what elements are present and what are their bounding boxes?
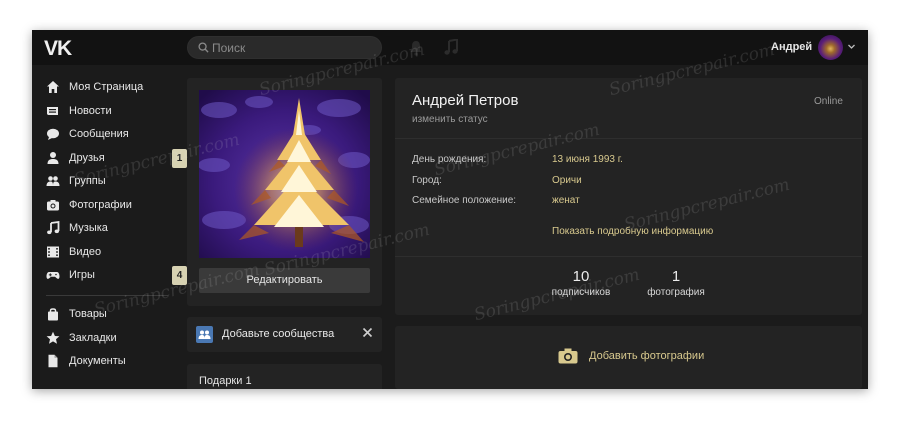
change-status-link[interactable]: изменить статус	[412, 114, 488, 125]
header-user-name[interactable]: Андрей	[771, 41, 812, 53]
sidebar-item-label: Друзья	[69, 152, 105, 164]
groups-icon	[46, 176, 60, 186]
followers-count: 10	[572, 268, 590, 285]
search-icon	[198, 42, 209, 53]
sidebar-item-label: Моя Страница	[69, 81, 144, 93]
sidebar-item-label: Игры	[69, 269, 95, 281]
document-icon	[48, 354, 58, 368]
sidebar-item-groups[interactable]: Группы	[46, 172, 176, 192]
info-row-birthday: День рождения: 13 июня 1993 г.	[412, 154, 852, 168]
info-key: Семейное положение:	[412, 195, 517, 206]
music-icon	[47, 221, 60, 235]
add-photos-card[interactable]: Добавить фотографии	[395, 326, 862, 389]
friends-count-badge: 1	[172, 149, 187, 168]
games-count-badge: 4	[172, 266, 187, 285]
followers-label: подписчиков	[551, 287, 611, 298]
chevron-down-icon[interactable]	[847, 42, 856, 51]
sidebar-item-photos[interactable]: Фотографии	[46, 196, 176, 216]
search-box[interactable]	[187, 36, 382, 59]
add-communities-label: Добавьте сообщества	[222, 328, 335, 340]
news-icon	[47, 107, 58, 115]
info-value[interactable]: Оричи	[552, 175, 582, 186]
photos-stat[interactable]: 1 фотография	[636, 268, 716, 298]
video-icon	[47, 246, 59, 258]
friends-icon	[47, 152, 59, 164]
sidebar-item-label: Товары	[69, 308, 107, 320]
sidebar-item-label: Новости	[69, 105, 112, 117]
info-value[interactable]: 13 июня 1993 г.	[552, 154, 623, 165]
edit-profile-button[interactable]: Редактировать	[199, 268, 370, 293]
sidebar-item-games[interactable]: Игры 4	[46, 266, 187, 286]
sidebar-item-goods[interactable]: Товары	[46, 305, 176, 325]
info-row-city: Город: Оричи	[412, 175, 852, 189]
vk-logo[interactable]: VK	[44, 37, 72, 61]
sidebar-item-label: Музыка	[69, 222, 108, 234]
gamepad-icon	[46, 272, 60, 279]
sidebar-item-label: Закладки	[69, 332, 117, 344]
music-note-icon[interactable]	[443, 39, 459, 56]
sidebar-item-label: Сообщения	[69, 128, 129, 140]
add-photos-label: Добавить фотографии	[589, 350, 705, 362]
camera-icon	[558, 348, 578, 364]
photos-count: 1	[671, 268, 681, 285]
show-more-info-link[interactable]: Показать подробную информацию	[552, 226, 713, 237]
sidebar-item-video[interactable]: Видео	[46, 243, 176, 263]
sidebar-item-messages[interactable]: Сообщения	[46, 125, 176, 145]
info-value[interactable]: женат	[552, 195, 580, 206]
close-icon[interactable]	[362, 327, 373, 338]
sidebar-item-label: Документы	[69, 355, 126, 367]
christmas-tree-image	[199, 90, 370, 258]
gifts-label: Подарки 1	[199, 375, 252, 387]
profile-name: Андрей Петров	[412, 92, 519, 109]
home-icon	[47, 81, 59, 93]
avatar-panel: Редактировать	[187, 78, 382, 306]
info-row-marital: Семейное положение: женат	[412, 195, 852, 209]
online-status: Online	[814, 96, 843, 107]
sidebar-item-label: Видео	[69, 246, 102, 258]
sidebar-item-my-page[interactable]: Моя Страница	[46, 78, 176, 98]
sidebar-divider	[46, 295, 168, 296]
top-header: VK Андрей	[32, 30, 868, 65]
add-communities-card[interactable]: Добавьте сообщества	[187, 317, 382, 352]
header-avatar[interactable]	[818, 35, 843, 60]
search-input[interactable]	[212, 40, 372, 55]
divider	[395, 256, 862, 257]
star-icon	[46, 331, 60, 344]
info-key: Город:	[412, 175, 442, 186]
info-key: День рождения:	[412, 154, 487, 165]
photos-label: фотография	[647, 287, 705, 298]
followers-stat[interactable]: 10 подписчиков	[541, 268, 621, 298]
profile-photo[interactable]	[199, 90, 370, 258]
vk-window: VK Андрей Моя Страница Новости Сообщения…	[32, 30, 868, 389]
bell-icon[interactable]	[409, 40, 423, 56]
messages-icon	[47, 128, 59, 140]
sidebar-item-music[interactable]: Музыка	[46, 219, 176, 239]
bag-icon	[48, 308, 58, 321]
camera-icon	[47, 200, 59, 211]
divider	[395, 138, 862, 139]
sidebar: Моя Страница Новости Сообщения Друзья 1 …	[32, 65, 187, 389]
sidebar-item-documents[interactable]: Документы	[46, 352, 176, 372]
sidebar-item-label: Фотографии	[69, 199, 132, 211]
sidebar-item-news[interactable]: Новости	[46, 102, 176, 122]
gifts-card[interactable]: Подарки 1	[187, 364, 382, 389]
sidebar-item-bookmarks[interactable]: Закладки	[46, 329, 176, 349]
profile-info-panel: Андрей Петров изменить статус Online Ден…	[395, 78, 862, 315]
sidebar-item-label: Группы	[69, 175, 106, 187]
sidebar-item-friends[interactable]: Друзья 1	[46, 149, 187, 169]
communities-icon	[196, 326, 213, 343]
